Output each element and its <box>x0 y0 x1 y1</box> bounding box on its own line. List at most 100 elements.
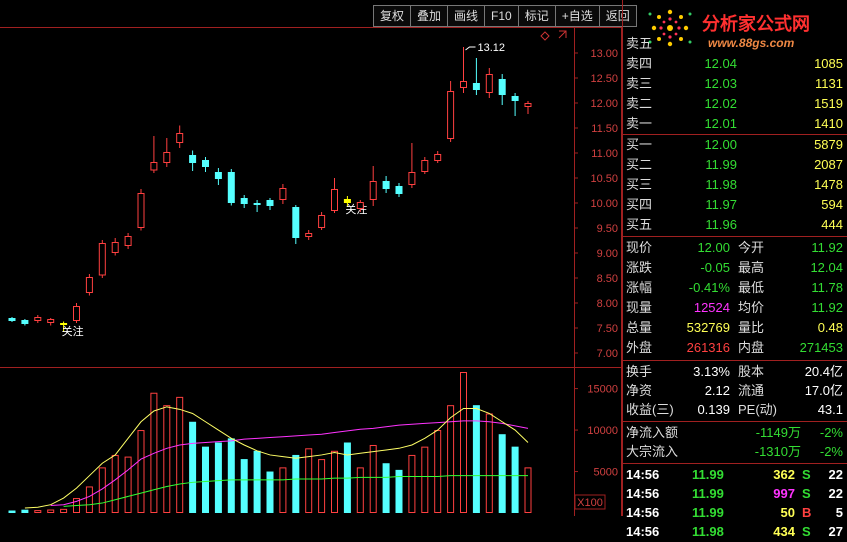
price-tick-label: 8.00 <box>597 298 618 310</box>
volume-bar <box>8 510 16 513</box>
candle-body <box>498 79 506 95</box>
stat-value: 11.92 <box>811 300 843 315</box>
buy-row-1: 买一 12.00 5879 <box>622 135 847 155</box>
candle-body <box>8 318 16 321</box>
candle-body <box>150 162 158 171</box>
buy-price: 11.99 <box>705 157 737 172</box>
toolbar-button-2[interactable]: 画线 <box>447 5 485 27</box>
tick-price: 11.99 <box>692 467 724 482</box>
price-tick-label: 7.50 <box>597 323 618 335</box>
stats-row: 涨幅 -0.41% 最低 11.78 <box>622 278 847 298</box>
volume-tick-label: 5000 <box>594 467 618 479</box>
tick-volume: 362 <box>773 467 795 482</box>
volume-unit-label: X100 <box>577 497 603 509</box>
logo-title: 分析家公式网 <box>702 14 810 35</box>
flow-value: -1310万 <box>754 444 801 459</box>
candle-body <box>176 133 184 143</box>
sell-price: 12.04 <box>704 56 737 71</box>
kline-chart[interactable]: 13.00 12.50 12.00 11.50 11.00 10.50 10.00 9.50 9… <box>0 27 622 516</box>
candle-body <box>524 103 532 107</box>
tick-side: S <box>802 486 811 501</box>
stat-value: 261316 <box>686 340 730 355</box>
volume-bar <box>34 510 42 513</box>
tick-row: 14:56 11.99 362 S 22 <box>622 465 847 485</box>
flow-divider <box>622 421 847 422</box>
price-tick-label: 8.50 <box>597 273 618 285</box>
flow-percent: -2% <box>819 444 843 459</box>
stat-value: 271453 <box>799 340 843 355</box>
stat-value: 3.13% <box>693 364 730 379</box>
tick-count: 22 <box>828 486 843 501</box>
toolbar-button-0[interactable]: 复权 <box>373 5 411 27</box>
sell-label: 卖二 <box>626 96 653 111</box>
stat-label: 量比 <box>738 320 765 335</box>
volume-tick-label: 10000 <box>587 425 618 437</box>
stat-value: 20.4亿 <box>804 364 843 379</box>
toolbar-button-4[interactable]: 标记 <box>517 5 555 27</box>
stat-value: 0.139 <box>697 402 730 417</box>
sell-price: 12.01 <box>704 116 737 131</box>
candle-body <box>369 181 377 200</box>
buy-price: 11.98 <box>705 177 737 192</box>
buy-price: 12.00 <box>704 137 737 152</box>
volume-bar <box>356 467 364 513</box>
tick-count: 5 <box>835 505 843 520</box>
toolbar-button-1[interactable]: 叠加 <box>410 5 448 27</box>
stat-value: 43.1 <box>817 402 843 417</box>
tick-row: 14:56 11.99 997 S 22 <box>622 484 847 504</box>
stats2-row: 收益(三) 0.139 PE(动) 43.1 <box>622 400 847 420</box>
volume-bar <box>85 486 93 514</box>
volume-bar <box>240 459 248 513</box>
candle-body <box>163 152 171 163</box>
candle-body <box>356 202 364 209</box>
stats-row: 外盘 261316 内盘 271453 <box>622 338 847 358</box>
sell-price: 12.03 <box>704 76 737 91</box>
stat-value: 12524 <box>693 300 730 315</box>
volume-bar <box>408 454 416 513</box>
stats-divider <box>622 236 847 237</box>
sell-row-5: 卖五 <box>622 34 847 54</box>
ticks-divider <box>622 463 847 464</box>
diamond-icon[interactable] <box>540 31 550 41</box>
volume-bar <box>163 405 171 514</box>
stat-label: 外盘 <box>626 340 653 355</box>
candle-body <box>421 160 429 172</box>
toolbar-button-5[interactable]: +自选 <box>554 5 599 27</box>
flow-percent: -2% <box>819 425 843 440</box>
flow-row: 大宗流入 -1310万 -2% <box>622 442 847 462</box>
candle-body <box>137 193 145 228</box>
volume-ma10-line <box>50 420 529 507</box>
buy-label: 买一 <box>626 137 653 152</box>
tick-volume: 50 <box>780 505 795 520</box>
stat-label: 换手 <box>626 364 653 379</box>
stat-label: 最高 <box>738 260 765 275</box>
candle-body <box>21 320 29 324</box>
stats2-row: 换手 3.13% 股本 20.4亿 <box>622 362 847 382</box>
volume-bar <box>124 456 132 514</box>
sell-volume: 1410 <box>814 116 843 131</box>
toolbar-button-3[interactable]: F10 <box>484 5 518 27</box>
candle-body <box>73 306 80 321</box>
volume-bar <box>421 446 429 514</box>
price-tick-label: 10.00 <box>590 198 618 210</box>
price-tick-label: 13.00 <box>590 48 618 60</box>
stat-value: 532769 <box>686 320 730 335</box>
volume-bar <box>202 446 209 513</box>
sell-row-4: 卖四 12.04 1085 <box>622 54 847 74</box>
candle-body <box>240 198 248 204</box>
candle-body <box>111 242 119 253</box>
marker-label: 关注 <box>345 202 367 216</box>
candle-body <box>395 186 403 194</box>
stats-row: 总量 532769 量比 0.48 <box>622 318 847 338</box>
flow-row: 净流入额 -1149万 -2% <box>622 423 847 443</box>
buy-price: 11.97 <box>705 197 737 212</box>
candle-body <box>460 81 467 88</box>
volume-bar <box>227 438 235 513</box>
candle-body <box>485 74 493 93</box>
volume-bar <box>279 467 287 513</box>
expand-icon[interactable] <box>558 30 567 39</box>
stats-row: 涨跌 -0.05 最高 12.04 <box>622 258 847 278</box>
tick-side: S <box>802 467 811 482</box>
tick-time: 14:56 <box>626 486 660 501</box>
toolbar-button-6[interactable]: 返回 <box>598 5 637 27</box>
